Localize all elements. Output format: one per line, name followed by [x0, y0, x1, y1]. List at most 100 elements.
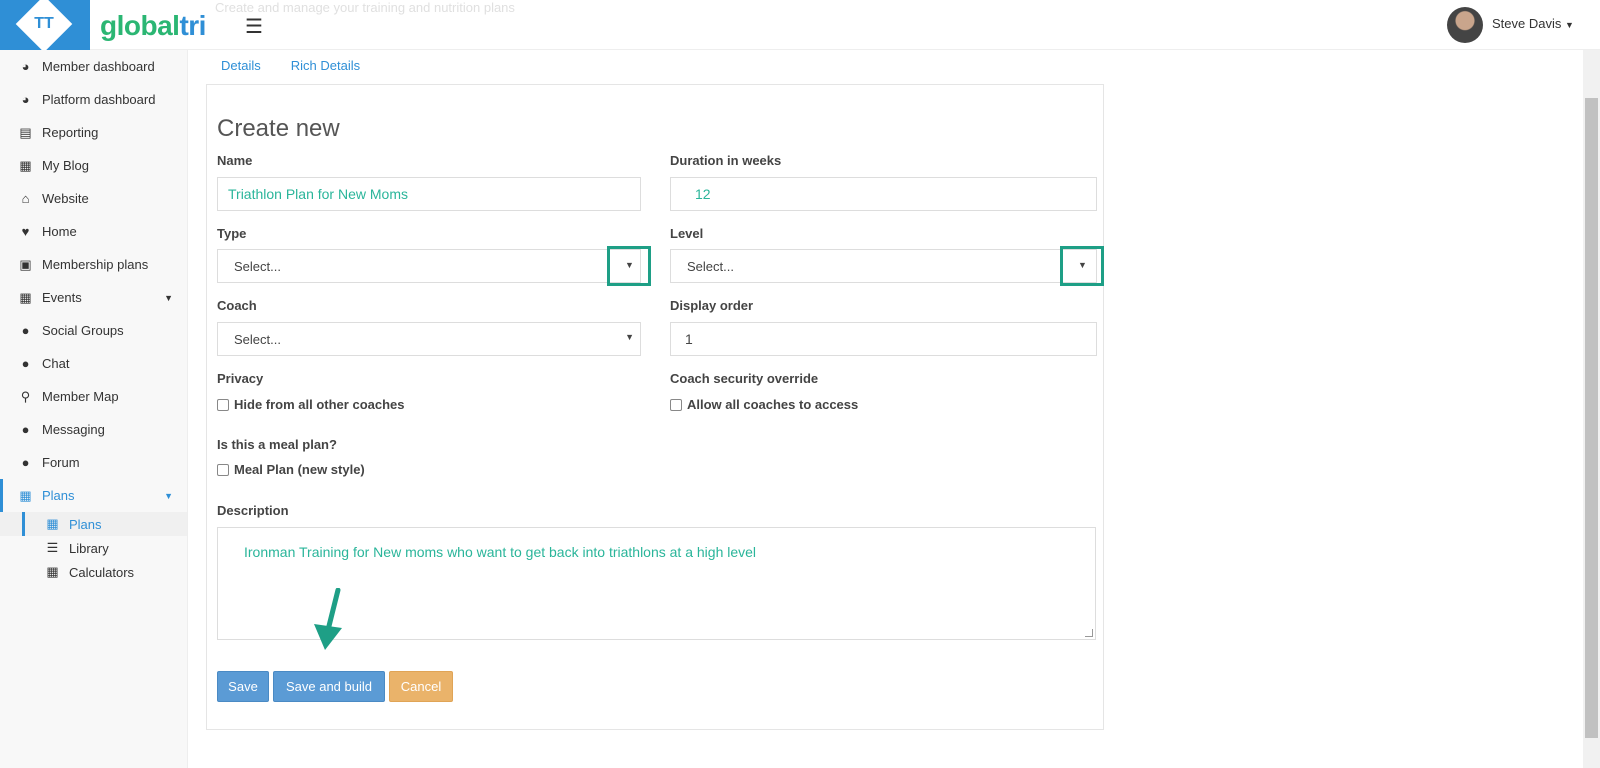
sidebar-item-chat[interactable]: ● Chat [0, 347, 187, 380]
sidebar-subitem-label: Plans [69, 516, 102, 532]
logo[interactable]: TT [0, 0, 90, 53]
caret-down-icon: ▼ [1078, 260, 1087, 270]
tab-details[interactable]: Details [206, 55, 276, 83]
hide-from-coaches-label: Hide from all other coaches [234, 397, 405, 412]
tab-rich-details[interactable]: Rich Details [276, 55, 375, 83]
user-menu[interactable]: Steve Davis ▼ [1492, 16, 1574, 31]
meal-plan-checkbox[interactable]: Meal Plan (new style) [217, 462, 365, 477]
sidebar-item-member-dashboard[interactable]: ◕ Member dashboard [0, 50, 187, 83]
sidebar-subitem-calculators[interactable]: ▦ Calculators [0, 560, 187, 584]
grid-icon: ▦ [19, 487, 32, 503]
sidebar-item-my-blog[interactable]: ▦ My Blog [0, 149, 187, 182]
annotation-arrow-icon [314, 588, 342, 650]
caret-down-icon: ▼ [625, 332, 634, 342]
comment-icon: ● [21, 422, 30, 437]
sidebar-item-label: Messaging [42, 422, 105, 437]
allow-all-coaches-checkbox[interactable]: Allow all coaches to access [670, 397, 858, 412]
sidebar-subitem-label: Library [69, 540, 109, 556]
faded-header-text: Create and manage your training and nutr… [215, 0, 515, 15]
sidebar-item-home[interactable]: ♥ Home [0, 215, 187, 248]
type-select-value: Select... [234, 258, 281, 274]
sidebar-item-plans[interactable]: ▦ Plans ▼ [0, 479, 187, 512]
caret-down-icon: ▼ [164, 292, 173, 303]
meal-plan-label: Is this a meal plan? [217, 437, 337, 452]
sidebar-item-membership-plans[interactable]: ▣ Membership plans [0, 248, 187, 281]
home-icon: ⌂ [21, 191, 30, 206]
page-title: Create new [217, 115, 340, 142]
sidebar-item-website[interactable]: ⌂ Website [0, 182, 187, 215]
level-select[interactable]: Select... [670, 249, 1097, 283]
name-label: Name [217, 153, 253, 168]
sidebar-item-label: Forum [42, 455, 80, 470]
sidebar-item-label: Website [42, 191, 89, 206]
calculator-icon: ▦ [46, 564, 59, 579]
map-marker-icon: ⚲ [20, 388, 31, 404]
type-select[interactable]: Select... [217, 249, 641, 283]
sidebar-item-social-groups[interactable]: ● Social Groups [0, 314, 187, 347]
newspaper-icon: ▦ [19, 157, 32, 173]
level-label: Level [670, 226, 704, 241]
brand-name[interactable]: globaltri [100, 10, 206, 42]
sidebar-subitem-label: Calculators [69, 564, 135, 580]
caret-down-icon: ▼ [164, 490, 173, 501]
coach-select-value: Select... [234, 331, 281, 347]
name-input[interactable]: Triathlon Plan for New Moms [217, 177, 641, 211]
comments-icon: ● [21, 455, 30, 470]
resize-handle-icon[interactable] [1085, 629, 1093, 637]
description-label: Description [217, 503, 289, 518]
duration-input[interactable]: 12 [670, 177, 1097, 211]
list-icon: ☰ [46, 540, 59, 555]
description-text: Ironman Training for New moms who want t… [244, 544, 757, 560]
dashboard-icon: ◕ [21, 92, 30, 107]
page-scrollbar[interactable] [1583, 50, 1600, 768]
checkbox-box[interactable] [217, 398, 229, 411]
sidebar-item-events[interactable]: ▦ Events ▼ [0, 281, 187, 314]
save-button[interactable]: Save [217, 671, 269, 702]
type-dropdown-toggle[interactable]: ▼ [607, 246, 651, 286]
sidebar-subitem-library[interactable]: ☰ Library [0, 536, 187, 560]
heartbeat-icon: ♥ [21, 224, 30, 239]
meal-plan-check-label: Meal Plan (new style) [234, 462, 365, 477]
sidebar-item-platform-dashboard[interactable]: ◕ Platform dashboard [0, 83, 187, 116]
brand-part-2: tri [179, 10, 206, 41]
sidebar-item-label: Platform dashboard [42, 92, 156, 107]
sidebar-item-member-map[interactable]: ⚲ Member Map [0, 380, 187, 413]
sidebar-item-label: Reporting [42, 125, 99, 140]
sidebar-item-label: Plans [42, 488, 75, 503]
display-order-input[interactable]: 1 [670, 322, 1097, 356]
sidebar-item-reporting[interactable]: ▤ Reporting [0, 116, 187, 149]
bar-chart-icon: ▤ [19, 124, 32, 140]
level-dropdown-toggle[interactable]: ▼ [1060, 246, 1104, 286]
sidebar-item-label: Social Groups [42, 323, 124, 338]
avatar[interactable] [1447, 7, 1483, 43]
caret-down-icon: ▼ [625, 260, 634, 270]
comments-icon: ● [21, 356, 30, 371]
sidebar-item-label: Member dashboard [42, 59, 155, 74]
top-bar: TT globaltri Create and manage your trai… [0, 0, 1600, 53]
sidebar-item-messaging[interactable]: ● Messaging [0, 413, 187, 446]
tab-bar: Details Rich Details [206, 55, 375, 83]
sidebar-subitem-plans[interactable]: ▦ Plans [0, 512, 187, 536]
hamburger-menu-icon[interactable]: ☰ [245, 14, 263, 39]
sidebar-item-label: Events [42, 290, 82, 305]
user-name: Steve Davis [1492, 16, 1562, 31]
sidebar-item-label: Chat [42, 356, 70, 371]
cancel-button[interactable]: Cancel [389, 671, 453, 702]
sidebar-item-forum[interactable]: ● Forum [0, 446, 187, 479]
scrollbar-thumb[interactable] [1585, 98, 1598, 738]
brand-part-1: global [100, 10, 180, 41]
save-and-build-button[interactable]: Save and build [273, 671, 385, 702]
sidebar-item-label: Home [42, 224, 77, 239]
checkbox-box[interactable] [670, 398, 682, 411]
sidebar-item-label: My Blog [42, 158, 89, 173]
logo-text: TT [34, 15, 54, 32]
hide-from-coaches-checkbox[interactable]: Hide from all other coaches [217, 397, 405, 412]
coach-select[interactable]: Select... ▼ [217, 322, 641, 356]
sidebar-item-label: Membership plans [42, 257, 149, 272]
description-textarea[interactable]: Ironman Training for New moms who want t… [217, 527, 1096, 640]
display-order-label: Display order [670, 298, 754, 313]
grid-icon: ▦ [46, 516, 59, 531]
checkbox-box[interactable] [217, 463, 229, 476]
coach-label: Coach [217, 298, 257, 313]
sidebar: ◕ Member dashboard ◕ Platform dashboard ▤ R… [0, 50, 188, 768]
